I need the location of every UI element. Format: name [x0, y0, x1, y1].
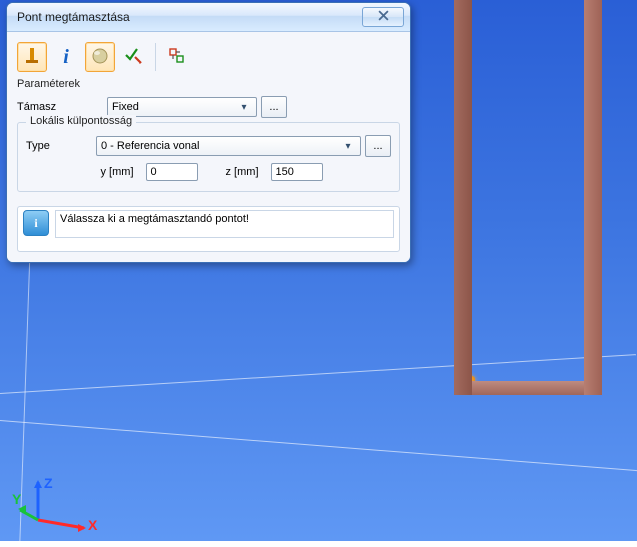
- column-support-icon: [23, 47, 41, 68]
- info-box: i Válassza ki a megtámasztandó pontot!: [17, 206, 400, 252]
- eccentricity-legend: Lokális külpontosság: [26, 115, 136, 127]
- support-value: Fixed: [112, 101, 139, 113]
- z-label: z [mm]: [226, 166, 259, 178]
- support-more-button[interactable]: ...: [261, 96, 287, 118]
- info-box-icon: i: [23, 210, 49, 236]
- chevron-down-icon: ▾: [340, 141, 356, 152]
- column-flange-front: [454, 0, 472, 395]
- toolbar-separator: [155, 43, 156, 71]
- axis-y-label: Y: [12, 491, 22, 507]
- sphere-icon: [91, 47, 109, 68]
- close-button[interactable]: [362, 7, 404, 27]
- dialog-body: i Paramét: [7, 32, 410, 262]
- tool-sphere-button[interactable]: [85, 42, 115, 72]
- dialog-toolbar: i: [17, 40, 400, 76]
- axis-gizmo: Z X Y: [30, 480, 90, 530]
- info-text: Válassza ki a megtámasztandó pontot!: [55, 210, 394, 238]
- eccentricity-group: Lokális külpontosság Type 0 - Referencia…: [17, 122, 400, 192]
- z-input[interactable]: 150: [271, 163, 323, 181]
- column-web-bottom: [472, 381, 584, 395]
- parameters-label: Paraméterek: [17, 78, 400, 90]
- tool-info-button[interactable]: i: [51, 42, 81, 72]
- settings-icon: [167, 46, 187, 69]
- axis-x-label: X: [88, 517, 98, 533]
- type-value: 0 - Referencia vonal: [101, 140, 199, 152]
- dialog-titlebar[interactable]: Pont megtámasztása: [7, 3, 410, 32]
- y-value: 0: [151, 166, 157, 178]
- axis-z-label: Z: [44, 475, 53, 491]
- support-dropdown[interactable]: Fixed ▾: [107, 97, 257, 117]
- y-label: y [mm]: [101, 166, 134, 178]
- check-edit-icon: [124, 46, 144, 69]
- steel-column[interactable]: [454, 0, 602, 395]
- yz-row: y [mm] 0 z [mm] 150: [26, 163, 391, 181]
- info-icon: i: [63, 47, 69, 67]
- tool-check-edit-button[interactable]: [119, 42, 149, 72]
- support-label: Támasz: [17, 101, 107, 113]
- chevron-down-icon: ▾: [236, 102, 252, 113]
- type-dropdown[interactable]: 0 - Referencia vonal ▾: [96, 136, 361, 156]
- grid-line-2: [0, 420, 637, 476]
- close-icon: [378, 10, 389, 24]
- viewport-3d[interactable]: Z X Y Pont megtámasztása: [0, 0, 637, 541]
- column-flange-back: [584, 0, 602, 395]
- ellipsis-label: ...: [269, 101, 278, 113]
- tool-settings-button[interactable]: [162, 42, 192, 72]
- type-more-button[interactable]: ...: [365, 135, 391, 157]
- point-support-dialog: Pont megtámasztása i: [6, 2, 411, 263]
- dialog-title: Pont megtámasztása: [13, 10, 362, 24]
- z-value: 150: [276, 166, 294, 178]
- y-input[interactable]: 0: [146, 163, 198, 181]
- type-row: Type 0 - Referencia vonal ▾ ...: [26, 135, 391, 157]
- type-label: Type: [26, 140, 96, 152]
- ellipsis-label: ...: [373, 140, 382, 152]
- tool-column-support-button[interactable]: [17, 42, 47, 72]
